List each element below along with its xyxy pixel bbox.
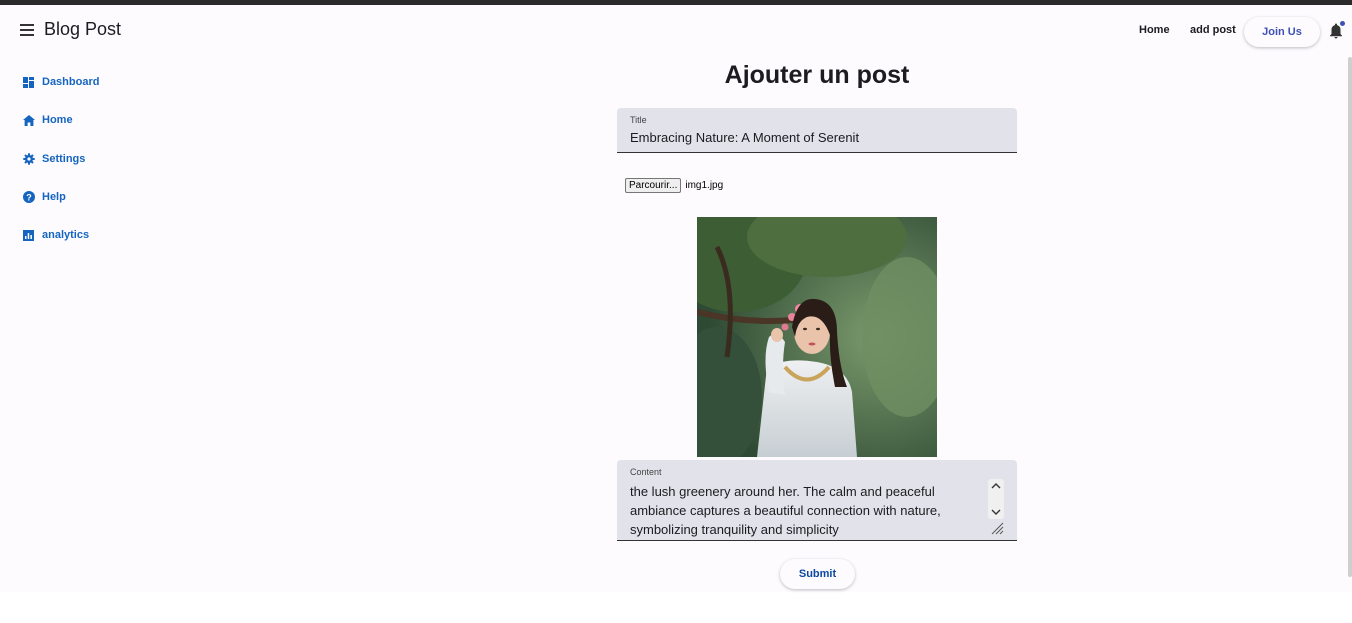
content-textarea[interactable]: the lush greenery around her. The calm a… bbox=[630, 482, 980, 539]
menu-icon[interactable] bbox=[18, 20, 38, 40]
resize-handle-icon[interactable] bbox=[990, 521, 1004, 535]
textarea-scroll-buttons[interactable] bbox=[988, 479, 1004, 519]
nav-link-add-post[interactable]: add post bbox=[1190, 24, 1236, 36]
sidebar-item-label: Home bbox=[42, 114, 73, 126]
app-container: Blog Post Home add post Join Us Dashboar… bbox=[0, 5, 1352, 592]
title-field-label: Title bbox=[630, 115, 647, 125]
post-image-preview bbox=[697, 217, 937, 457]
content-field[interactable]: Content the lush greenery around her. Th… bbox=[617, 460, 1017, 541]
sidebar-item-dashboard[interactable]: Dashboard bbox=[22, 72, 99, 92]
sidebar-item-help[interactable]: ? Help bbox=[22, 187, 66, 207]
sidebar-item-label: Settings bbox=[42, 153, 86, 165]
gear-icon bbox=[22, 153, 35, 166]
nav-link-home[interactable]: Home bbox=[1139, 24, 1170, 36]
help-icon: ? bbox=[22, 191, 35, 204]
page-scrollbar[interactable] bbox=[1348, 57, 1352, 577]
title-field[interactable]: Title Embracing Nature: A Moment of Sere… bbox=[617, 108, 1017, 153]
notification-dot bbox=[1340, 21, 1345, 26]
sidebar-item-home[interactable]: Home bbox=[22, 110, 73, 130]
analytics-icon bbox=[22, 229, 35, 242]
svg-text:?: ? bbox=[26, 192, 32, 202]
browse-file-button[interactable]: Parcourir... bbox=[625, 178, 682, 193]
sidebar-item-analytics[interactable]: analytics bbox=[22, 225, 89, 245]
title-input[interactable]: Embracing Nature: A Moment of Serenit bbox=[630, 130, 859, 145]
file-input: Parcourir... img1.jpg bbox=[625, 178, 723, 193]
top-toolbar: Blog Post Home add post Join Us bbox=[0, 5, 1352, 57]
notification-bell-icon[interactable] bbox=[1328, 21, 1345, 40]
sidebar-item-label: Help bbox=[42, 191, 66, 203]
home-icon bbox=[22, 114, 35, 127]
sidebar-item-settings[interactable]: Settings bbox=[22, 149, 85, 169]
page-title: Ajouter un post bbox=[724, 61, 910, 89]
content-field-label: Content bbox=[630, 467, 662, 477]
sidebar-item-label: analytics bbox=[42, 229, 90, 241]
app-title: Blog Post bbox=[44, 19, 122, 39]
dashboard-icon bbox=[22, 76, 35, 89]
submit-button[interactable]: Submit bbox=[780, 559, 855, 589]
join-us-button[interactable]: Join Us bbox=[1244, 17, 1320, 47]
sidebar-item-label: Dashboard bbox=[42, 76, 100, 88]
selected-file-name: img1.jpg bbox=[685, 180, 724, 191]
